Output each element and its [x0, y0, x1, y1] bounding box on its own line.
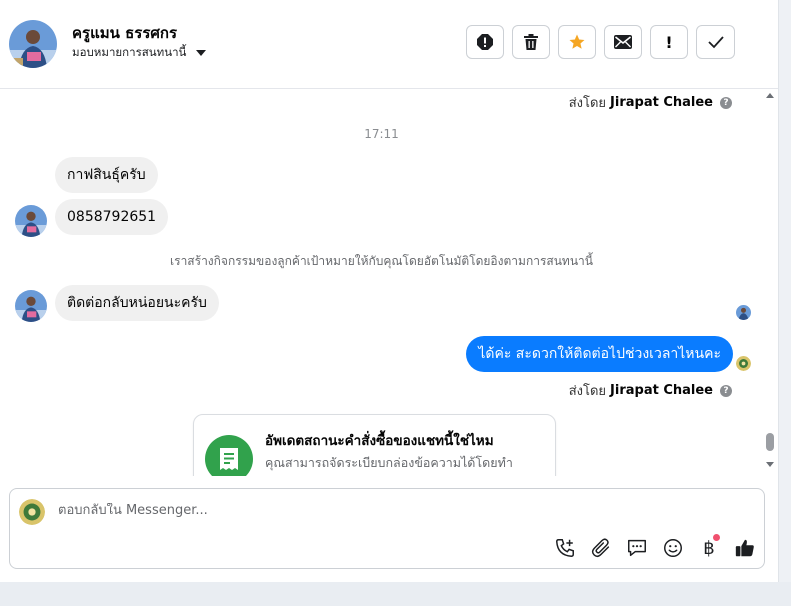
header-actions: ! — [466, 25, 735, 59]
trash-icon — [524, 34, 538, 50]
paperclip-icon — [591, 538, 610, 558]
page-avatar-small — [736, 356, 751, 371]
star-icon — [569, 34, 585, 49]
attach-button[interactable] — [589, 536, 613, 560]
incoming-message[interactable]: ติดต่อกลับหน่อยนะครับ — [55, 285, 219, 321]
notification-dot — [713, 534, 720, 541]
thumbs-up-icon — [735, 539, 754, 557]
saved-replies-button[interactable] — [625, 536, 649, 560]
contact-avatar-small[interactable] — [15, 290, 47, 322]
like-button[interactable] — [733, 536, 757, 560]
call-add-button[interactable] — [553, 536, 577, 560]
spam-icon — [477, 34, 493, 50]
system-note: เราสร้างกิจกรรมของลูกค้าเป้าหมายให้กับคุ… — [170, 254, 593, 268]
receipt-icon — [205, 435, 253, 476]
scrollbar-thumb[interactable] — [766, 433, 774, 451]
message-thread: ส่งโดย Jirapat Chalee ? 17:11 กาฟสินธุ์ค… — [0, 89, 763, 476]
payment-button[interactable]: ฿ — [697, 534, 721, 560]
message-timestamp: 17:11 — [364, 127, 399, 141]
baht-icon: ฿ — [703, 537, 715, 559]
help-icon[interactable]: ? — [720, 96, 732, 109]
assign-label: มอบหมายการสนทนานี้ — [72, 45, 187, 59]
exclamation-icon: ! — [665, 32, 673, 52]
sent-by-label: ส่งโดย Jirapat Chalee ? — [569, 380, 732, 401]
composer-toolbar: ฿ — [553, 534, 757, 560]
conversation-panel: ครูแมน ธรรศกร มอบหมายการสนทนานี้ ! ส่งโด… — [0, 0, 778, 582]
caret-down-icon — [196, 50, 207, 56]
contact-avatar-small[interactable] — [15, 205, 47, 237]
contact-name: ครูแมน ธรรศกร — [72, 24, 178, 42]
incoming-message[interactable]: 0858792651 — [55, 199, 169, 235]
scroll-up-arrow-icon[interactable] — [766, 93, 774, 98]
reply-input[interactable] — [58, 503, 738, 518]
assign-conversation-dropdown[interactable]: มอบหมายการสนทนานี้ — [72, 44, 207, 62]
page-avatar — [19, 499, 45, 525]
conversation-header: ครูแมน ธรรศกร มอบหมายการสนทนานี้ ! — [0, 0, 778, 89]
window-edge — [778, 0, 791, 606]
mark-spam-button[interactable] — [466, 25, 504, 59]
smiley-icon — [664, 539, 682, 557]
scroll-down-arrow-icon[interactable] — [766, 462, 774, 467]
incoming-message[interactable]: กาฟสินธุ์ครับ — [55, 157, 158, 193]
order-status-card[interactable]: อัพเดตสถานะคำสั่งซื้อของแชทนี้ใช่ไหม คุณ… — [193, 414, 556, 476]
mark-done-button[interactable] — [696, 25, 735, 59]
card-description: คุณสามารถจัดระเบียบกล่องข้อความได้โดยทำ — [265, 455, 513, 470]
outgoing-message[interactable]: ได้ค่ะ สะดวกให้ติดต่อไปช่วงเวลาไหนคะ — [466, 336, 733, 372]
emoji-button[interactable] — [661, 536, 685, 560]
sent-by-name: Jirapat Chalee — [610, 383, 713, 398]
sent-by-label: ส่งโดย Jirapat Chalee ? — [569, 92, 732, 113]
sent-by-name: Jirapat Chalee — [610, 95, 713, 110]
phone-plus-icon — [556, 539, 574, 557]
read-receipt-avatar — [736, 305, 751, 320]
mark-unread-button[interactable] — [604, 25, 642, 59]
help-icon[interactable]: ? — [720, 384, 732, 397]
sent-by-prefix: ส่งโดย — [568, 96, 607, 111]
message-composer: ฿ — [9, 488, 765, 569]
star-button[interactable] — [558, 25, 596, 59]
thread-scrollbar[interactable] — [763, 89, 778, 476]
card-title: อัพเดตสถานะคำสั่งซื้อของแชทนี้ใช่ไหม — [265, 433, 494, 449]
contact-avatar[interactable] — [9, 20, 57, 68]
envelope-icon — [614, 35, 632, 49]
check-icon — [707, 36, 724, 49]
delete-button[interactable] — [512, 25, 550, 59]
sent-by-prefix: ส่งโดย — [568, 384, 607, 399]
follow-up-button[interactable]: ! — [650, 25, 688, 59]
chat-bubble-icon — [628, 539, 646, 557]
window-bottom-edge — [0, 582, 791, 606]
